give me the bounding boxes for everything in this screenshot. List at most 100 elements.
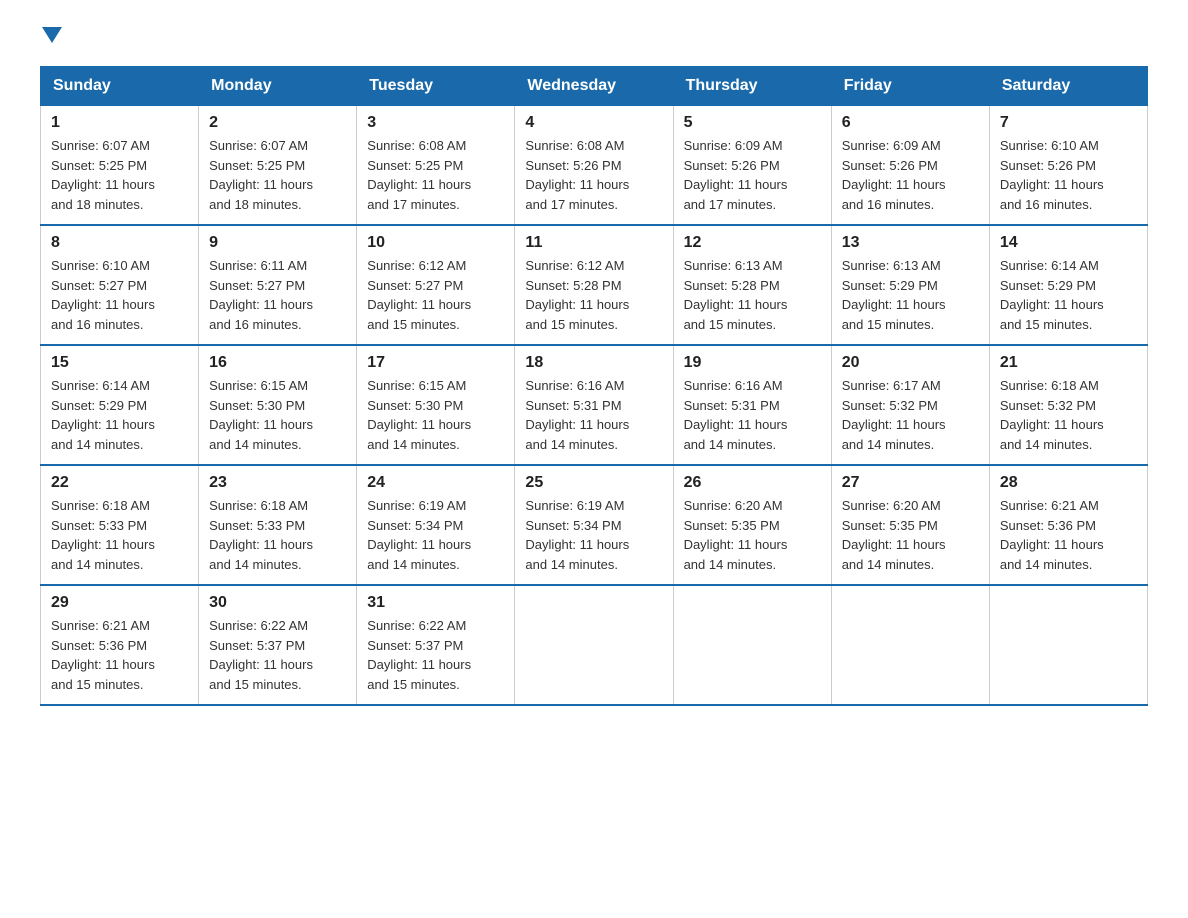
calendar-cell: 15 Sunrise: 6:14 AMSunset: 5:29 PMDayligh… (41, 345, 199, 465)
day-info: Sunrise: 6:08 AMSunset: 5:26 PMDaylight:… (525, 136, 662, 214)
logo-triangle-icon (42, 27, 62, 43)
weekday-header-friday: Friday (831, 67, 989, 106)
calendar-cell: 22Sunrise: 6:18 AMSunset: 5:33 PMDayligh… (41, 465, 199, 585)
calendar-cell: 24 Sunrise: 6:19 AMSunset: 5:34 PMDayligh… (357, 465, 515, 585)
day-number: 15 (51, 354, 188, 372)
calendar-cell: 2 Sunrise: 6:07 AMSunset: 5:25 PMDaylight… (199, 106, 357, 226)
day-number: 4 (525, 114, 662, 132)
day-number: 12 (684, 234, 821, 252)
day-number: 1 (51, 114, 188, 132)
calendar-cell: 8 Sunrise: 6:10 AMSunset: 5:27 PMDaylight… (41, 225, 199, 345)
weekday-header-sunday: Sunday (41, 67, 199, 106)
calendar-cell: 31 Sunrise: 6:22 AMSunset: 5:37 PMDayligh… (357, 585, 515, 705)
day-number: 30 (209, 594, 346, 612)
day-info: Sunrise: 6:07 AMSunset: 5:25 PMDaylight:… (51, 136, 188, 214)
logo (40, 30, 62, 46)
day-info: Sunrise: 6:10 AMSunset: 5:27 PMDaylight:… (51, 256, 188, 334)
day-info: Sunrise: 6:19 AMSunset: 5:34 PMDaylight:… (525, 496, 662, 574)
calendar-cell (515, 585, 673, 705)
calendar-cell: 28Sunrise: 6:21 AMSunset: 5:36 PMDayligh… (989, 465, 1147, 585)
day-info: Sunrise: 6:15 AMSunset: 5:30 PMDaylight:… (367, 376, 504, 454)
weekday-header-wednesday: Wednesday (515, 67, 673, 106)
day-number: 2 (209, 114, 346, 132)
calendar-week-row: 22Sunrise: 6:18 AMSunset: 5:33 PMDayligh… (41, 465, 1148, 585)
day-number: 31 (367, 594, 504, 612)
day-number: 24 (367, 474, 504, 492)
calendar-cell: 16 Sunrise: 6:15 AMSunset: 5:30 PMDayligh… (199, 345, 357, 465)
day-info: Sunrise: 6:18 AMSunset: 5:32 PMDaylight:… (1000, 376, 1137, 454)
day-info: Sunrise: 6:12 AMSunset: 5:28 PMDaylight:… (525, 256, 662, 334)
calendar-cell: 19 Sunrise: 6:16 AMSunset: 5:31 PMDayligh… (673, 345, 831, 465)
weekday-header-row: SundayMondayTuesdayWednesdayThursdayFrid… (41, 67, 1148, 106)
calendar-cell: 30 Sunrise: 6:22 AMSunset: 5:37 PMDayligh… (199, 585, 357, 705)
day-info: Sunrise: 6:20 AMSunset: 5:35 PMDaylight:… (684, 496, 821, 574)
day-number: 13 (842, 234, 979, 252)
calendar-cell: 5 Sunrise: 6:09 AMSunset: 5:26 PMDaylight… (673, 106, 831, 226)
day-info: Sunrise: 6:21 AMSunset: 5:36 PMDaylight:… (51, 616, 188, 694)
day-info: Sunrise: 6:22 AMSunset: 5:37 PMDaylight:… (209, 616, 346, 694)
day-info: Sunrise: 6:09 AMSunset: 5:26 PMDaylight:… (684, 136, 821, 214)
day-info: Sunrise: 6:16 AMSunset: 5:31 PMDaylight:… (684, 376, 821, 454)
day-number: 16 (209, 354, 346, 372)
calendar-cell: 12 Sunrise: 6:13 AMSunset: 5:28 PMDayligh… (673, 225, 831, 345)
day-number: 19 (684, 354, 821, 372)
day-info: Sunrise: 6:15 AMSunset: 5:30 PMDaylight:… (209, 376, 346, 454)
day-number: 21 (1000, 354, 1137, 372)
calendar-cell: 9 Sunrise: 6:11 AMSunset: 5:27 PMDaylight… (199, 225, 357, 345)
day-info: Sunrise: 6:18 AMSunset: 5:33 PMDaylight:… (51, 496, 188, 574)
calendar-cell: 27 Sunrise: 6:20 AMSunset: 5:35 PMDayligh… (831, 465, 989, 585)
day-number: 6 (842, 114, 979, 132)
day-info: Sunrise: 6:19 AMSunset: 5:34 PMDaylight:… (367, 496, 504, 574)
weekday-header-tuesday: Tuesday (357, 67, 515, 106)
calendar-cell: 1 Sunrise: 6:07 AMSunset: 5:25 PMDaylight… (41, 106, 199, 226)
day-number: 17 (367, 354, 504, 372)
calendar-cell: 6 Sunrise: 6:09 AMSunset: 5:26 PMDaylight… (831, 106, 989, 226)
day-number: 18 (525, 354, 662, 372)
day-info: Sunrise: 6:20 AMSunset: 5:35 PMDaylight:… (842, 496, 979, 574)
calendar-cell: 23 Sunrise: 6:18 AMSunset: 5:33 PMDayligh… (199, 465, 357, 585)
day-info: Sunrise: 6:18 AMSunset: 5:33 PMDaylight:… (209, 496, 346, 574)
calendar-week-row: 29Sunrise: 6:21 AMSunset: 5:36 PMDayligh… (41, 585, 1148, 705)
day-number: 3 (367, 114, 504, 132)
day-info: Sunrise: 6:13 AMSunset: 5:29 PMDaylight:… (842, 256, 979, 334)
calendar-cell: 26Sunrise: 6:20 AMSunset: 5:35 PMDayligh… (673, 465, 831, 585)
calendar-cell: 29Sunrise: 6:21 AMSunset: 5:36 PMDayligh… (41, 585, 199, 705)
day-info: Sunrise: 6:17 AMSunset: 5:32 PMDaylight:… (842, 376, 979, 454)
day-number: 23 (209, 474, 346, 492)
calendar-week-row: 1 Sunrise: 6:07 AMSunset: 5:25 PMDaylight… (41, 106, 1148, 226)
day-info: Sunrise: 6:11 AMSunset: 5:27 PMDaylight:… (209, 256, 346, 334)
calendar-cell: 13 Sunrise: 6:13 AMSunset: 5:29 PMDayligh… (831, 225, 989, 345)
weekday-header-monday: Monday (199, 67, 357, 106)
calendar-cell: 10 Sunrise: 6:12 AMSunset: 5:27 PMDayligh… (357, 225, 515, 345)
day-number: 5 (684, 114, 821, 132)
day-info: Sunrise: 6:09 AMSunset: 5:26 PMDaylight:… (842, 136, 979, 214)
calendar-week-row: 15 Sunrise: 6:14 AMSunset: 5:29 PMDayligh… (41, 345, 1148, 465)
calendar-table: SundayMondayTuesdayWednesdayThursdayFrid… (40, 66, 1148, 706)
calendar-cell: 4 Sunrise: 6:08 AMSunset: 5:26 PMDaylight… (515, 106, 673, 226)
weekday-header-saturday: Saturday (989, 67, 1147, 106)
calendar-cell: 14Sunrise: 6:14 AMSunset: 5:29 PMDayligh… (989, 225, 1147, 345)
day-info: Sunrise: 6:12 AMSunset: 5:27 PMDaylight:… (367, 256, 504, 334)
day-number: 10 (367, 234, 504, 252)
day-info: Sunrise: 6:14 AMSunset: 5:29 PMDaylight:… (1000, 256, 1137, 334)
day-info: Sunrise: 6:22 AMSunset: 5:37 PMDaylight:… (367, 616, 504, 694)
day-info: Sunrise: 6:13 AMSunset: 5:28 PMDaylight:… (684, 256, 821, 334)
calendar-cell (831, 585, 989, 705)
calendar-cell (673, 585, 831, 705)
calendar-cell: 25Sunrise: 6:19 AMSunset: 5:34 PMDayligh… (515, 465, 673, 585)
day-number: 8 (51, 234, 188, 252)
day-number: 27 (842, 474, 979, 492)
day-info: Sunrise: 6:08 AMSunset: 5:25 PMDaylight:… (367, 136, 504, 214)
calendar-cell (989, 585, 1147, 705)
day-number: 11 (525, 234, 662, 252)
day-info: Sunrise: 6:16 AMSunset: 5:31 PMDaylight:… (525, 376, 662, 454)
calendar-cell: 20Sunrise: 6:17 AMSunset: 5:32 PMDayligh… (831, 345, 989, 465)
day-info: Sunrise: 6:07 AMSunset: 5:25 PMDaylight:… (209, 136, 346, 214)
day-info: Sunrise: 6:14 AMSunset: 5:29 PMDaylight:… (51, 376, 188, 454)
day-number: 9 (209, 234, 346, 252)
calendar-cell: 11 Sunrise: 6:12 AMSunset: 5:28 PMDayligh… (515, 225, 673, 345)
calendar-week-row: 8 Sunrise: 6:10 AMSunset: 5:27 PMDaylight… (41, 225, 1148, 345)
day-number: 28 (1000, 474, 1137, 492)
calendar-cell: 3 Sunrise: 6:08 AMSunset: 5:25 PMDaylight… (357, 106, 515, 226)
day-number: 7 (1000, 114, 1137, 132)
